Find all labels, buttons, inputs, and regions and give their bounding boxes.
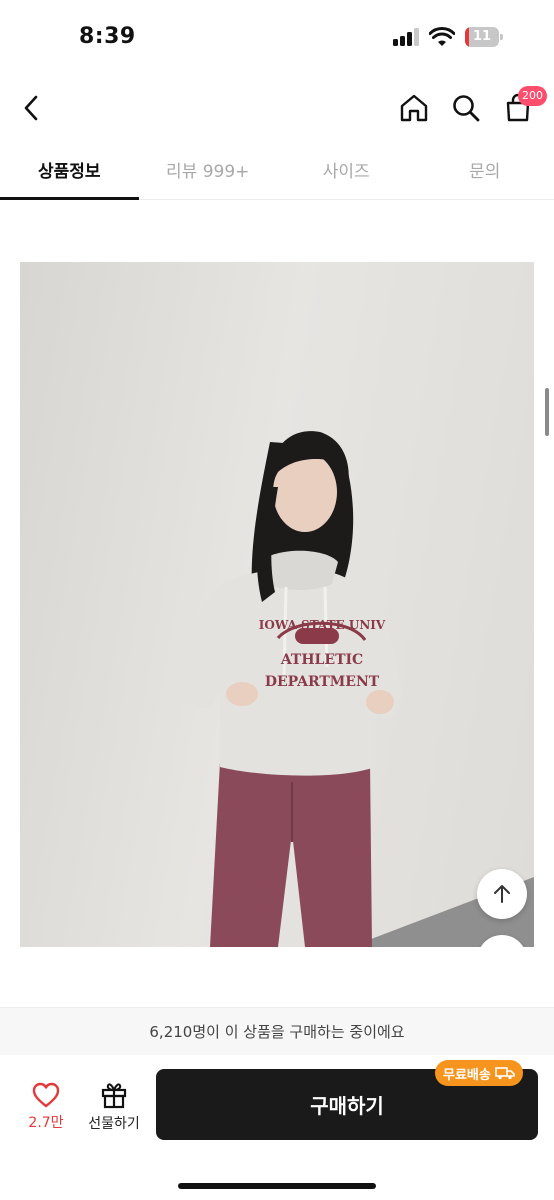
product-image: IOWA STATE UNIV ATHLETIC DEPARTMENT xyxy=(20,262,534,947)
tab-product-info[interactable]: 상품정보 xyxy=(0,140,139,200)
back-button[interactable] xyxy=(12,88,52,128)
search-button[interactable] xyxy=(446,88,486,128)
tab-inquiry[interactable]: 문의 xyxy=(416,140,554,199)
home-button[interactable] xyxy=(394,88,434,128)
gift-label: 선물하기 xyxy=(88,1116,140,1132)
battery-level: 11 xyxy=(472,29,492,44)
print-line-3: DEPARTMENT xyxy=(265,674,380,690)
home-icon xyxy=(400,94,428,122)
app-header xyxy=(0,78,554,138)
search-icon xyxy=(453,95,480,122)
content-gap xyxy=(0,947,554,1007)
product-tabs: 상품정보 리뷰 999+ 사이즈 문의 xyxy=(0,140,554,200)
home-indicator[interactable] xyxy=(178,1183,376,1189)
gift-button[interactable]: 선물하기 xyxy=(82,1081,146,1135)
like-count: 2.7만 xyxy=(28,1115,64,1131)
tab-reviews[interactable]: 리뷰 999+ xyxy=(139,140,278,199)
like-button[interactable]: 2.7만 xyxy=(22,1082,70,1134)
heart-icon xyxy=(32,1082,60,1108)
tab-size[interactable]: 사이즈 xyxy=(277,140,416,199)
free-shipping-label: 무료배송 xyxy=(443,1067,491,1083)
free-shipping-badge: 무료배송 xyxy=(435,1060,523,1086)
truck-icon xyxy=(495,1067,515,1080)
model-illustration: IOWA STATE UNIV ATHLETIC DEPARTMENT xyxy=(179,431,534,947)
cart-count-badge: 200 xyxy=(518,86,547,106)
status-bar: 8:39 11 xyxy=(0,0,554,70)
gift-icon xyxy=(101,1083,127,1109)
status-time: 8:39 xyxy=(79,24,136,49)
scroll-indicator[interactable] xyxy=(545,388,549,436)
print-line-1: IOWA STATE UNIV xyxy=(259,618,386,632)
arrow-up-icon xyxy=(494,885,510,903)
purchase-notice: 6,210명이 이 상품을 구매하는 중이에요 xyxy=(0,1007,554,1055)
print-line-2: ATHLETIC xyxy=(280,652,363,668)
scroll-up-button[interactable] xyxy=(477,869,527,919)
battery-icon: 11 xyxy=(465,27,503,47)
cellular-signal-icon xyxy=(393,28,421,46)
wifi-icon xyxy=(429,27,455,46)
chevron-left-icon xyxy=(24,95,38,121)
